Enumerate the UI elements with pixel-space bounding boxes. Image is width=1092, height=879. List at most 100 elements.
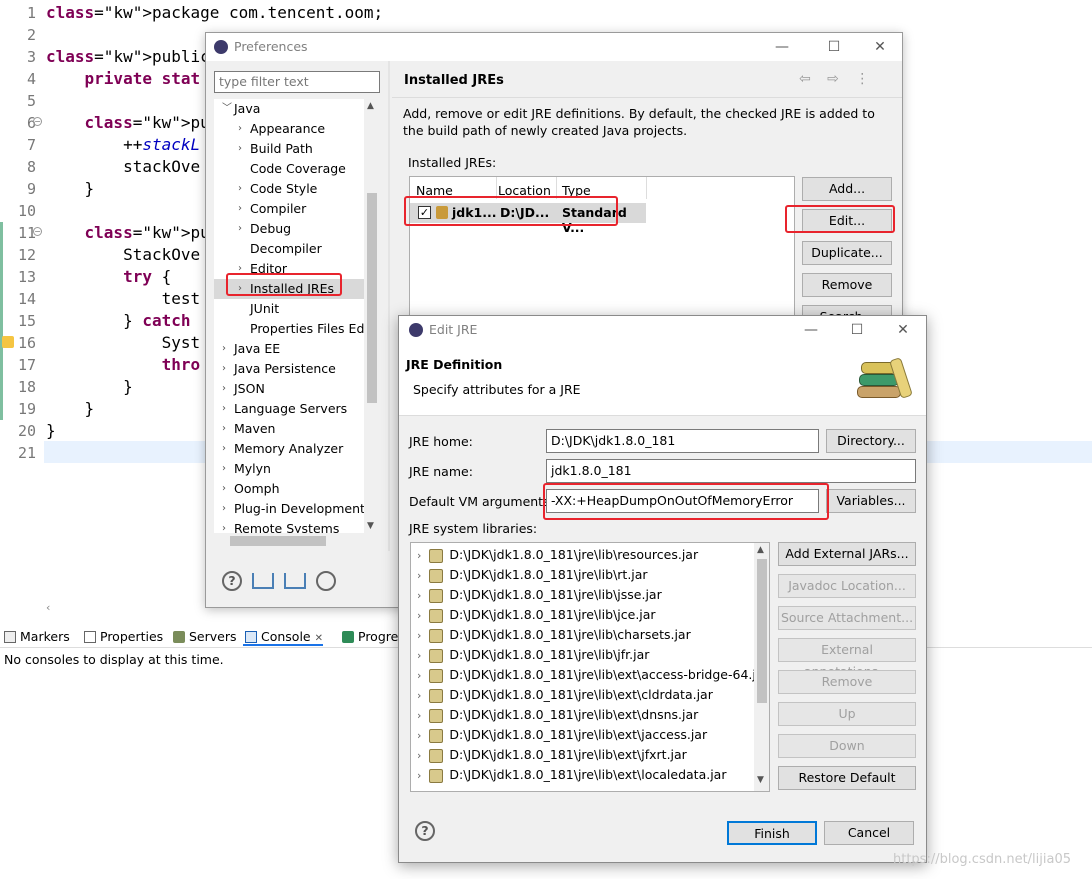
tree-item[interactable]: › Maven [214, 419, 364, 439]
add-external-jars-button[interactable]: Add External JARs... [778, 542, 916, 566]
minimize-icon[interactable]: — [770, 37, 794, 57]
lib-item[interactable]: › D:\JDK\jdk1.8.0_181\jre\lib\jce.jar [417, 605, 656, 625]
tree-arrow-icon[interactable]: › [222, 339, 226, 359]
up-button[interactable]: Up [778, 702, 916, 726]
expand-arrow-icon[interactable]: › [417, 729, 421, 742]
tab-properties[interactable]: Properties [82, 628, 163, 646]
scroll-down-icon[interactable]: ▼ [367, 521, 374, 531]
expand-arrow-icon[interactable]: › [417, 569, 421, 582]
source-attachment-button[interactable]: Source Attachment... [778, 606, 916, 630]
code-line[interactable]: private stat [46, 68, 201, 90]
tree-item[interactable]: › Java EE [214, 339, 364, 359]
lib-item[interactable]: › D:\JDK\jdk1.8.0_181\jre\lib\resources.j… [417, 545, 698, 565]
libs-scrollbar[interactable]: ▲ ▼ [754, 543, 769, 791]
remove-button[interactable]: Remove [802, 273, 892, 297]
code-line[interactable]: try { [46, 266, 171, 288]
fold-icon[interactable]: − [33, 227, 42, 236]
restore-default-button[interactable]: Restore Default [778, 766, 916, 790]
scroll-thumb[interactable] [367, 193, 377, 403]
tree-arrow-icon[interactable]: › [222, 359, 226, 379]
expand-arrow-icon[interactable]: › [417, 749, 421, 762]
tree-item[interactable]: › Code Style [214, 179, 364, 199]
external-annotations-button[interactable]: External annotations... [778, 638, 916, 679]
expand-arrow-icon[interactable]: › [417, 549, 421, 562]
close-icon[interactable]: ✕ [868, 37, 892, 57]
code-line[interactable]: } [46, 376, 133, 398]
tree-item[interactable]: › Java Persistence [214, 359, 364, 379]
minimize-icon[interactable]: — [799, 320, 823, 340]
tree-arrow-icon[interactable]: › [238, 139, 242, 159]
scroll-thumb[interactable] [757, 559, 767, 703]
preferences-titlebar[interactable]: Preferences — ☐ ✕ [206, 33, 902, 61]
tree-item[interactable]: JUnit [214, 299, 364, 319]
lib-item[interactable]: › D:\JDK\jdk1.8.0_181\jre\lib\ext\access-… [417, 665, 769, 685]
lib-item[interactable]: › D:\JDK\jdk1.8.0_181\jre\lib\jfr.jar [417, 645, 649, 665]
hscroll-thumb[interactable] [230, 536, 326, 546]
lib-item[interactable]: › D:\JDK\jdk1.8.0_181\jre\lib\ext\cldrdat… [417, 685, 713, 705]
tree-item[interactable]: › JSON [214, 379, 364, 399]
record-icon[interactable] [316, 571, 336, 591]
export-icon[interactable] [284, 573, 306, 589]
edit-jre-titlebar[interactable]: Edit JRE — ☐ ✕ [399, 316, 926, 344]
code-line[interactable]: stackOve [46, 156, 200, 178]
close-icon[interactable]: ✕ [315, 633, 323, 644]
close-icon[interactable]: ✕ [891, 320, 915, 340]
tree-item[interactable]: Properties Files Edi [214, 319, 368, 339]
scroll-down-icon[interactable]: ▼ [757, 775, 764, 785]
jre-home-field[interactable]: D:\JDK\jdk1.8.0_181 [546, 429, 819, 453]
tree-item[interactable]: Decompiler [214, 239, 364, 259]
tree-item[interactable]: › Mylyn [214, 459, 364, 479]
tab-servers[interactable]: Servers [171, 628, 237, 646]
cancel-button[interactable]: Cancel [824, 821, 914, 845]
tree-item[interactable]: › Debug [214, 219, 364, 239]
expand-arrow-icon[interactable]: › [417, 769, 421, 782]
tree-arrow-icon[interactable]: › [238, 219, 242, 239]
filter-input[interactable]: type filter text [214, 71, 380, 93]
tree-arrow-icon[interactable]: › [222, 459, 226, 479]
maximize-icon[interactable]: ☐ [845, 320, 869, 340]
tab-console[interactable]: Console ✕ [243, 628, 323, 646]
tree-arrow-icon[interactable]: › [222, 499, 226, 519]
preference-tree[interactable]: ﹀ Java › Appearance › Build Path Code Coverage… [214, 99, 380, 549]
finish-button[interactable]: Finish [727, 821, 817, 845]
lib-item[interactable]: › D:\JDK\jdk1.8.0_181\jre\lib\charsets.ja… [417, 625, 691, 645]
tab-markers[interactable]: Markers [2, 628, 70, 646]
code-line[interactable]: } [46, 398, 95, 420]
tree-item[interactable]: › Build Path [214, 139, 364, 159]
code-line[interactable]: class="kw">package com.tencent.oom; [46, 2, 383, 24]
tree-item[interactable]: › Appearance [214, 119, 364, 139]
expand-arrow-icon[interactable]: › [417, 629, 421, 642]
tree-arrow-icon[interactable]: › [222, 419, 226, 439]
tree-arrow-icon[interactable]: ﹀ [222, 99, 232, 119]
javadoc-location-button[interactable]: Javadoc Location... [778, 574, 916, 598]
tree-scrollbar[interactable]: ▲ ▼ [364, 99, 380, 549]
code-line[interactable]: StackOve [46, 244, 200, 266]
code-line[interactable]: } catch [46, 310, 190, 332]
expand-arrow-icon[interactable]: › [417, 689, 421, 702]
directory-button[interactable]: Directory... [826, 429, 916, 453]
jre-name-field[interactable]: jdk1.8.0_181 [546, 459, 916, 483]
code-line[interactable]: ++stackL [46, 134, 200, 156]
fold-icon[interactable]: − [33, 117, 42, 126]
expand-arrow-icon[interactable]: › [417, 649, 421, 662]
tree-arrow-icon[interactable]: › [222, 399, 226, 419]
add-button[interactable]: Add... [802, 177, 892, 201]
tree-arrow-icon[interactable]: › [222, 479, 226, 499]
maximize-icon[interactable]: ☐ [822, 37, 846, 57]
lib-item[interactable]: › D:\JDK\jdk1.8.0_181\jre\lib\ext\jaccess… [417, 725, 707, 745]
tree-item[interactable]: › Language Servers [214, 399, 364, 419]
lib-item[interactable]: › D:\JDK\jdk1.8.0_181\jre\lib\jsse.jar [417, 585, 662, 605]
tree-item[interactable]: ﹀ Java [214, 99, 364, 119]
scroll-left-icon[interactable]: ‹ [46, 601, 50, 614]
expand-arrow-icon[interactable]: › [417, 669, 421, 682]
tree-arrow-icon[interactable]: › [238, 119, 242, 139]
import-icon[interactable] [252, 573, 274, 589]
scroll-up-icon[interactable]: ▲ [757, 545, 764, 555]
expand-arrow-icon[interactable]: › [417, 709, 421, 722]
tree-hscrollbar[interactable] [214, 533, 364, 549]
code-line[interactable]: Syst [46, 332, 201, 354]
help-icon[interactable]: ? [222, 571, 242, 591]
code-line[interactable]: thro [46, 354, 201, 376]
tree-arrow-icon[interactable]: › [238, 199, 242, 219]
tree-arrow-icon[interactable]: › [222, 379, 226, 399]
